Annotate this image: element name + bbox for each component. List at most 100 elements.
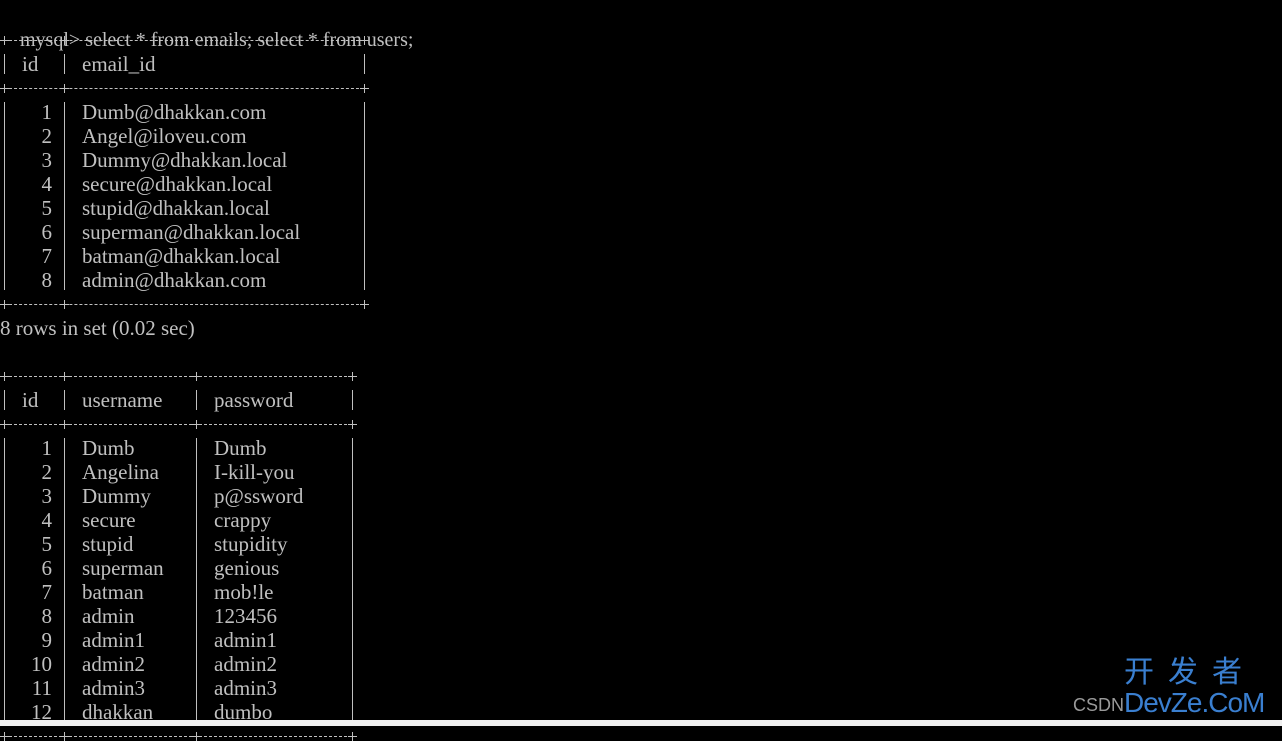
- emails_table-header-id: id: [22, 52, 39, 76]
- users_table-cell-id: 8: [41, 604, 53, 628]
- emails_table-cell-email-id: batman@dhakkan.local: [82, 244, 281, 268]
- users_table-cell-password: mob!le: [214, 580, 274, 604]
- users_table-cell-username: stupid: [82, 532, 134, 556]
- emails_table-border-corner: [0, 300, 9, 309]
- users_table-border-corner: [348, 372, 357, 381]
- users_table-border-corner: [0, 732, 9, 741]
- users_table-border-corner: [192, 372, 201, 381]
- users_table-cell-password: admin3: [214, 676, 277, 700]
- emails_table-border-corner: [360, 300, 369, 309]
- command-line: mysql> select * from emails; select * fr…: [0, 4, 413, 51]
- mysql-terminal[interactable]: mysql> select * from emails; select * fr…: [0, 2, 1282, 741]
- emails_table-cell-email-id: superman@dhakkan.local: [82, 220, 301, 244]
- users_table-border-horizontal: [4, 376, 352, 377]
- users_table-cell-password: 123456: [214, 604, 277, 628]
- watermark-cn: 开发者: [1124, 655, 1256, 690]
- users_table-cell-id: 2: [41, 460, 53, 484]
- users_table-cell-id: 5: [41, 532, 53, 556]
- users_table-cell-password: genious: [214, 556, 280, 580]
- emails_table-border-corner: [0, 84, 9, 93]
- users_table-cell-id: 11: [31, 676, 52, 700]
- emails_table-cell-id: 1: [41, 100, 53, 124]
- users_table-border-corner: [0, 420, 9, 429]
- users_table-border-corner: [192, 420, 201, 429]
- users_table-cell-username: admin2: [82, 652, 145, 676]
- users_table-border-corner: [348, 420, 357, 429]
- users_table-cell-id: 10: [31, 652, 52, 676]
- users_table-border-horizontal: [4, 736, 352, 737]
- emails_table-border-corner: [360, 84, 369, 93]
- emails_table-border-corner: [60, 84, 69, 93]
- users_table-border-corner: [0, 372, 9, 381]
- users_table-border-vertical: [64, 390, 65, 410]
- emails_table-cell-id: 4: [41, 172, 53, 196]
- users_table-cell-username: Dummy: [82, 484, 151, 508]
- users_table-cell-password: stupidity: [214, 532, 288, 556]
- users_table-cell-password: crappy: [214, 508, 272, 532]
- users_table-border-vertical: [352, 438, 353, 722]
- emails_table-border-vertical: [364, 54, 365, 74]
- users_table-border-corner: [192, 732, 201, 741]
- emails_table-border-horizontal: [4, 40, 364, 41]
- users_table-cell-id: 3: [41, 484, 53, 508]
- emails_table-border-corner: [0, 36, 9, 45]
- emails_table-border-corner: [60, 36, 69, 45]
- emails_table-header-email-id: email_id: [82, 52, 156, 76]
- users_table-border-corner: [348, 732, 357, 741]
- emails_table-cell-email-id: secure@dhakkan.local: [82, 172, 273, 196]
- users_table-cell-password: admin1: [214, 628, 277, 652]
- users_table-border-corner: [60, 732, 69, 741]
- emails_table-border-horizontal: [4, 88, 364, 89]
- users_table-cell-id: 6: [41, 556, 53, 580]
- users_table-cell-password: p@ssword: [214, 484, 304, 508]
- emails_table-cell-email-id: Angel@iloveu.com: [82, 124, 247, 148]
- emails_table-border-vertical: [4, 54, 5, 74]
- users_table-cell-id: 7: [41, 580, 53, 604]
- users_table-cell-id: 9: [41, 628, 53, 652]
- users_table-border-corner: [60, 420, 69, 429]
- emails_table-cell-id: 5: [41, 196, 53, 220]
- users_table-cell-password: I-kill-you: [214, 460, 295, 484]
- users_table-cell-password: admin2: [214, 652, 277, 676]
- users_table-cell-password: Dumb: [214, 436, 267, 460]
- users_table-border-vertical: [196, 390, 197, 410]
- users_table-header-id: id: [22, 388, 39, 412]
- users_table-header-password: password: [214, 388, 294, 412]
- users_table-cell-username: batman: [82, 580, 144, 604]
- users_table-cell-username: Dumb: [82, 436, 135, 460]
- emails_table-cell-email-id: Dummy@dhakkan.local: [82, 148, 288, 172]
- users_table-cell-username: admin1: [82, 628, 145, 652]
- users_table-header-username: username: [82, 388, 163, 412]
- users_table-cell-username: secure: [82, 508, 136, 532]
- users_table-border-corner: [60, 372, 69, 381]
- emails_table-border-horizontal: [4, 304, 364, 305]
- users_table-border-vertical: [64, 438, 65, 722]
- emails_table-cell-email-id: Dumb@dhakkan.com: [82, 100, 267, 124]
- emails_table-border-vertical: [64, 102, 65, 290]
- users_table-border-vertical: [196, 438, 197, 722]
- emails_table-cell-id: 6: [41, 220, 53, 244]
- terminal-bottom-edge: [0, 720, 1282, 726]
- emails_table-cell-id: 8: [41, 268, 53, 292]
- users_table-cell-username: superman: [82, 556, 164, 580]
- users_table-cell-id: 1: [41, 436, 53, 460]
- emails_table-border-corner: [60, 300, 69, 309]
- emails_table-border-corner: [360, 36, 369, 45]
- emails_table-cell-id: 3: [41, 148, 53, 172]
- users_table-cell-username: Angelina: [82, 460, 159, 484]
- users_table-border-vertical: [352, 390, 353, 410]
- watermark-csdn: CSDN: [1073, 695, 1125, 715]
- emails_table-cell-id: 7: [41, 244, 53, 268]
- emails_table-cell-id: 2: [41, 124, 53, 148]
- users_table-border-vertical: [4, 390, 5, 410]
- emails_table-cell-email-id: stupid@dhakkan.local: [82, 196, 270, 220]
- users_table-border-horizontal: [4, 424, 352, 425]
- users_table-cell-username: admin: [82, 604, 135, 628]
- watermark-site: DevZe.CoM: [1124, 687, 1265, 718]
- emails_table-cell-email-id: admin@dhakkan.com: [82, 268, 267, 292]
- emails_table-border-vertical: [64, 54, 65, 74]
- emails_table-border-vertical: [364, 102, 365, 290]
- emails-rowcount-summary: 8 rows in set (0.02 sec): [0, 316, 195, 340]
- users_table-cell-username: admin3: [82, 676, 145, 700]
- users_table-cell-id: 4: [41, 508, 53, 532]
